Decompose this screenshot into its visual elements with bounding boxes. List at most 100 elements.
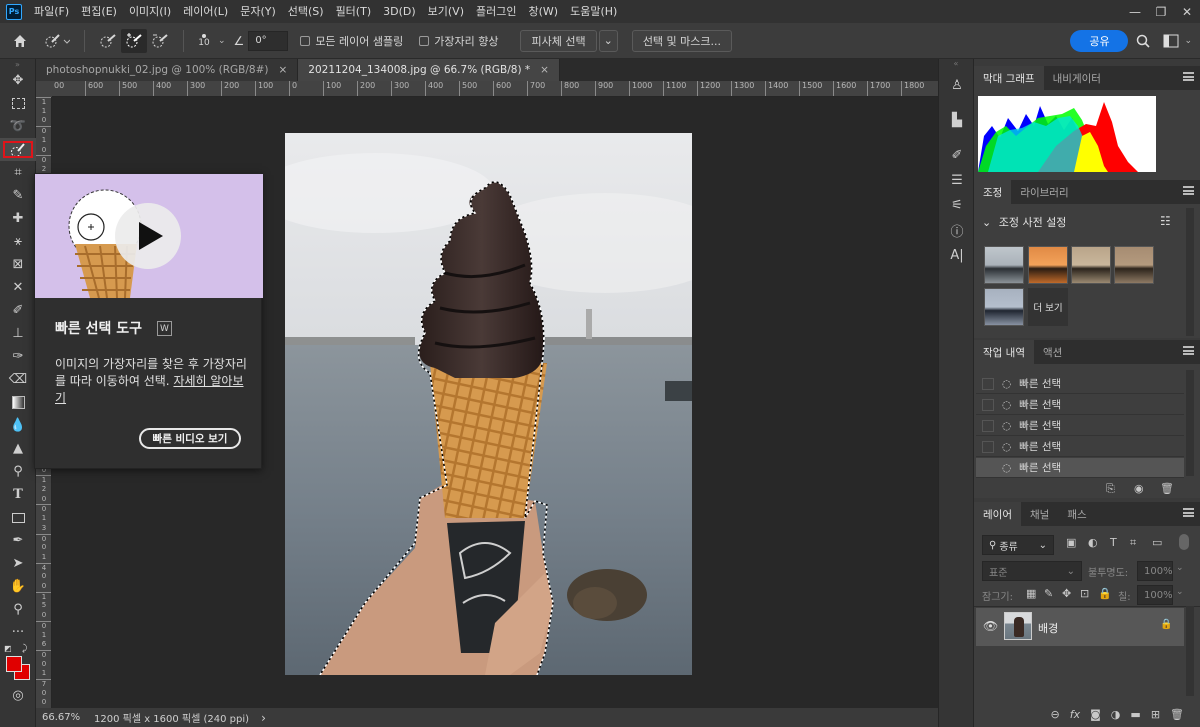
- swap-colors-icon[interactable]: ⤸: [22, 644, 27, 654]
- blur-tool-icon[interactable]: 💧: [0, 414, 36, 437]
- tab-layers[interactable]: 레이어: [974, 502, 1021, 526]
- add-mask-icon[interactable]: ◙: [1090, 708, 1101, 721]
- history-brush-tool-icon[interactable]: ✑: [0, 345, 36, 368]
- brush-tool-icon[interactable]: ✐: [0, 299, 36, 322]
- new-selection-icon[interactable]: [95, 29, 121, 53]
- lock-artboard-icon[interactable]: ⊡: [1080, 587, 1089, 600]
- preset-thumbnail[interactable]: [984, 288, 1024, 326]
- crop-tool-icon[interactable]: ⌗: [0, 161, 36, 184]
- document-image[interactable]: [285, 133, 692, 675]
- chevron-down-icon[interactable]: ⌄: [1176, 587, 1184, 597]
- foreground-color-swatch[interactable]: [6, 656, 22, 672]
- eyedropper-tool-icon[interactable]: ✎: [0, 184, 36, 207]
- character-panel-icon[interactable]: A|: [939, 243, 975, 268]
- fill-field[interactable]: 100%: [1137, 585, 1173, 605]
- more-presets-button[interactable]: 더 보기: [1028, 288, 1068, 326]
- panel-menu-icon[interactable]: [1183, 346, 1194, 355]
- lasso-tool-icon[interactable]: ➰: [0, 115, 36, 138]
- menu-image[interactable]: 이미지(I): [123, 0, 177, 23]
- select-and-mask-button[interactable]: 선택 및 마스크...: [631, 29, 733, 52]
- lock-all-icon[interactable]: 🔒: [1098, 587, 1112, 600]
- blend-mode-dropdown[interactable]: 표준 ⌄: [982, 561, 1082, 581]
- select-subject-button[interactable]: 피사체 선택: [520, 29, 597, 52]
- home-icon[interactable]: [0, 29, 40, 53]
- lock-position-icon[interactable]: ✥: [1062, 587, 1071, 600]
- adjustments-panel-icon[interactable]: ⚟: [939, 193, 975, 218]
- tab-navigator[interactable]: 내비게이터: [1044, 66, 1110, 90]
- filter-type-icon[interactable]: T: [1110, 536, 1117, 549]
- path-selection-tool-icon[interactable]: ➤: [0, 552, 36, 575]
- camera-icon[interactable]: ◉: [1134, 482, 1144, 495]
- status-menu-arrow[interactable]: ›: [261, 711, 266, 725]
- quick-selection-tool-icon[interactable]: [0, 138, 36, 161]
- filter-adjustment-icon[interactable]: ◐: [1088, 536, 1098, 549]
- snapshot-box[interactable]: [982, 419, 994, 432]
- layer-style-icon[interactable]: fx: [1070, 708, 1080, 721]
- chevron-down-icon[interactable]: ⌄: [1176, 563, 1184, 573]
- chevron-down-icon[interactable]: ⌄: [218, 36, 226, 46]
- pen-tool-icon[interactable]: ✒: [0, 529, 36, 552]
- collapse-icon[interactable]: »: [0, 59, 35, 69]
- marquee-tool-icon[interactable]: [0, 92, 36, 115]
- brush-size-picker[interactable]: 10: [194, 33, 214, 48]
- default-colors-icon[interactable]: ◩: [4, 644, 12, 653]
- patch-tool-icon[interactable]: ⚹: [0, 230, 36, 253]
- tool-preset-picker[interactable]: [40, 29, 74, 53]
- snapshot-box[interactable]: [982, 461, 994, 474]
- filter-shape-icon[interactable]: ⌗: [1130, 536, 1136, 550]
- subtract-from-selection-icon[interactable]: [147, 29, 173, 53]
- filter-pixel-icon[interactable]: ▣: [1066, 536, 1076, 549]
- frame-tool-icon[interactable]: ⊠: [0, 253, 36, 276]
- tab-20211204[interactable]: 20211204_134008.jpg @ 66.7% (RGB/8) * ×: [298, 59, 560, 81]
- history-item[interactable]: ◌ 빠른 선택: [976, 437, 1184, 457]
- workspace-icon[interactable]: [1158, 29, 1184, 53]
- tab-photoshopnukki[interactable]: photoshopnukki_02.jpg @ 100% (RGB/8#) ×: [36, 59, 299, 81]
- tab-history[interactable]: 작업 내역: [974, 340, 1034, 364]
- eraser-tool-icon[interactable]: ⌫: [0, 368, 36, 391]
- menu-view[interactable]: 보기(V): [422, 0, 470, 23]
- snapshot-box[interactable]: [982, 398, 994, 411]
- tab-histogram[interactable]: 막대 그래프: [974, 66, 1044, 90]
- sharpen-tool-icon[interactable]: ▲: [0, 437, 36, 460]
- hand-tool-icon[interactable]: ✋: [0, 575, 36, 598]
- quick-video-button[interactable]: 빠른 비디오 보기: [139, 428, 241, 449]
- menu-select[interactable]: 선택(S): [282, 0, 330, 23]
- scrollbar[interactable]: [1186, 606, 1194, 696]
- properties-panel-icon[interactable]: ☰: [939, 168, 975, 193]
- tab-channels[interactable]: 채널: [1021, 502, 1058, 526]
- new-layer-icon[interactable]: ⊞: [1151, 708, 1160, 721]
- menu-filter[interactable]: 필터(T): [330, 0, 378, 23]
- preset-thumbnail[interactable]: [1071, 246, 1111, 284]
- lock-transparent-icon[interactable]: ▦: [1026, 587, 1036, 600]
- filter-smart-object-icon[interactable]: ▭: [1152, 536, 1162, 549]
- menu-3d[interactable]: 3D(D): [377, 0, 422, 23]
- scrollbar[interactable]: [1186, 370, 1194, 476]
- tab-actions[interactable]: 액션: [1034, 340, 1071, 364]
- layer-name[interactable]: 배경: [1038, 620, 1058, 636]
- clone-stamp-tool-icon[interactable]: ⊥: [0, 322, 36, 345]
- snapshot-box[interactable]: [982, 440, 994, 453]
- layer-filter-dropdown[interactable]: ⚲ 종류 ⌄: [982, 535, 1054, 555]
- preset-thumbnail[interactable]: [1028, 246, 1068, 284]
- select-subject-dropdown[interactable]: ⌄: [598, 29, 618, 52]
- menu-window[interactable]: 창(W): [522, 0, 564, 23]
- panel-menu-icon[interactable]: [1183, 186, 1194, 195]
- list-view-icon[interactable]: ☷: [1160, 214, 1171, 228]
- preset-thumbnail[interactable]: [984, 246, 1024, 284]
- new-document-from-state-icon[interactable]: ⎘: [1106, 482, 1115, 496]
- trash-icon[interactable]: 🗑: [1170, 708, 1184, 721]
- brushes-panel-icon[interactable]: ✐: [939, 143, 975, 168]
- zoom-level[interactable]: 66.67%: [36, 712, 88, 723]
- history-item[interactable]: ◌ 빠른 선택: [976, 374, 1184, 394]
- ruler-corner[interactable]: [36, 81, 52, 97]
- gradient-tool-icon[interactable]: [0, 391, 36, 414]
- menu-file[interactable]: 파일(F): [28, 0, 75, 23]
- snapshot-box[interactable]: [982, 377, 994, 390]
- sample-all-layers-checkbox[interactable]: 모든 레이어 샘플링: [300, 33, 403, 49]
- add-to-selection-icon[interactable]: [121, 28, 147, 53]
- trash-icon[interactable]: 🗑: [1160, 482, 1174, 495]
- search-icon[interactable]: [1128, 29, 1158, 53]
- tab-paths[interactable]: 패스: [1058, 502, 1095, 526]
- link-layers-icon[interactable]: ⊖: [1051, 708, 1060, 721]
- new-adjustment-layer-icon[interactable]: ◑: [1111, 708, 1121, 721]
